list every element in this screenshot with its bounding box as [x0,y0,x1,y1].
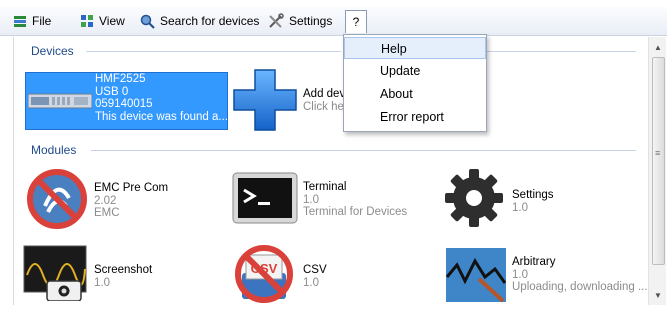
menu-item-error-report[interactable]: Error report [344,106,486,128]
device-name: HMF2525 [95,73,146,85]
scroll-down-icon[interactable]: ▼ [654,291,662,300]
search-devices-label: Search for devices [160,14,260,28]
module-settings-version: 1.0 [512,201,528,214]
help-dropdown: Help Update About Error report [343,34,487,132]
menu-bar: File View Search for devices Settings ? [0,7,667,36]
file-icon [14,16,26,27]
module-csv-version: 1.0 [303,276,319,289]
module-emc-label[interactable]: EMC Pre Com 2.02 EMC [94,182,168,220]
scroll-thumb[interactable] [652,57,665,265]
device-note: This device was found a... [95,110,228,123]
device-port: USB 0 [95,85,129,98]
menu-item-about-label: About [380,87,413,101]
add-device-title: Add dev [303,88,346,100]
module-settings-name: Settings [512,189,554,201]
view-menu[interactable]: View [80,11,125,31]
module-csv-label[interactable]: CSV 1.0 [303,264,327,289]
menu-item-error-report-label: Error report [380,110,444,124]
settings-menu-label: Settings [289,14,333,28]
top-strip [0,0,667,7]
add-device-icon[interactable] [232,68,298,132]
module-terminal-label[interactable]: Terminal 1.0 Terminal for Devices [303,181,407,219]
device-info: HMF2525 USB 0 059140015 This device was … [95,73,228,123]
module-emc-name: EMC Pre Com [94,182,169,194]
emc-prohibited-icon[interactable] [26,168,88,230]
modules-divider [91,150,636,151]
search-devices-menu[interactable]: Search for devices [140,11,259,31]
gear-icon[interactable] [442,166,506,230]
view-icon [81,15,93,27]
module-emc-desc: EMC [94,207,120,219]
help-menu-label: ? [352,15,360,29]
menu-item-update[interactable]: Update [344,60,486,82]
module-arbitrary-label[interactable]: Arbitrary 1.0 Uploading, downloading ... [512,256,648,294]
module-arbitrary-desc: Uploading, downloading ... [512,281,648,293]
module-arbitrary-version: 1.0 [512,268,528,281]
module-emc-version: 2.02 [94,194,117,207]
menu-item-update-label: Update [380,64,421,78]
screenshot-icon[interactable] [23,245,89,301]
module-terminal-version: 1.0 [303,193,319,206]
module-screenshot-version: 1.0 [94,276,110,289]
menu-item-about[interactable]: About [344,83,486,105]
device-serial: 059140015 [95,98,153,110]
device-instrument-icon [28,93,92,109]
terminal-icon[interactable] [232,172,298,224]
file-menu[interactable]: File [13,11,51,31]
vertical-scrollbar[interactable]: ▲ ≡ ▼ [648,37,666,305]
settings-menu[interactable]: Settings [268,11,332,31]
scroll-grip-icon: ≡ [655,148,661,158]
module-screenshot-name: Screenshot [94,264,153,276]
module-terminal-name: Terminal [303,181,347,193]
modules-section-title: Modules [31,143,77,157]
csv-prohibited-icon[interactable]: CSV [232,243,296,303]
menu-item-help-label: Help [381,42,407,56]
devices-section-title: Devices [31,44,74,58]
view-menu-label: View [99,14,125,28]
module-terminal-desc: Terminal for Devices [303,206,408,218]
scroll-up-icon[interactable]: ▲ [654,43,662,52]
tools-icon [269,13,284,28]
devices-divider-right [486,51,636,52]
menu-item-help[interactable]: Help [344,37,486,59]
add-device-label[interactable]: Add dev Click he [303,88,345,113]
devices-divider [86,51,341,52]
search-icon [140,14,155,29]
file-menu-label: File [32,14,52,28]
module-arbitrary-name: Arbitrary [512,256,556,268]
arbitrary-waveform-icon[interactable] [445,247,507,303]
module-settings-label[interactable]: Settings 1.0 [512,189,554,214]
help-menu[interactable]: ? [345,10,367,33]
add-device-subtitle: Click he [303,100,344,113]
module-csv-name: CSV [303,264,327,276]
module-screenshot-label[interactable]: Screenshot 1.0 [94,264,152,289]
